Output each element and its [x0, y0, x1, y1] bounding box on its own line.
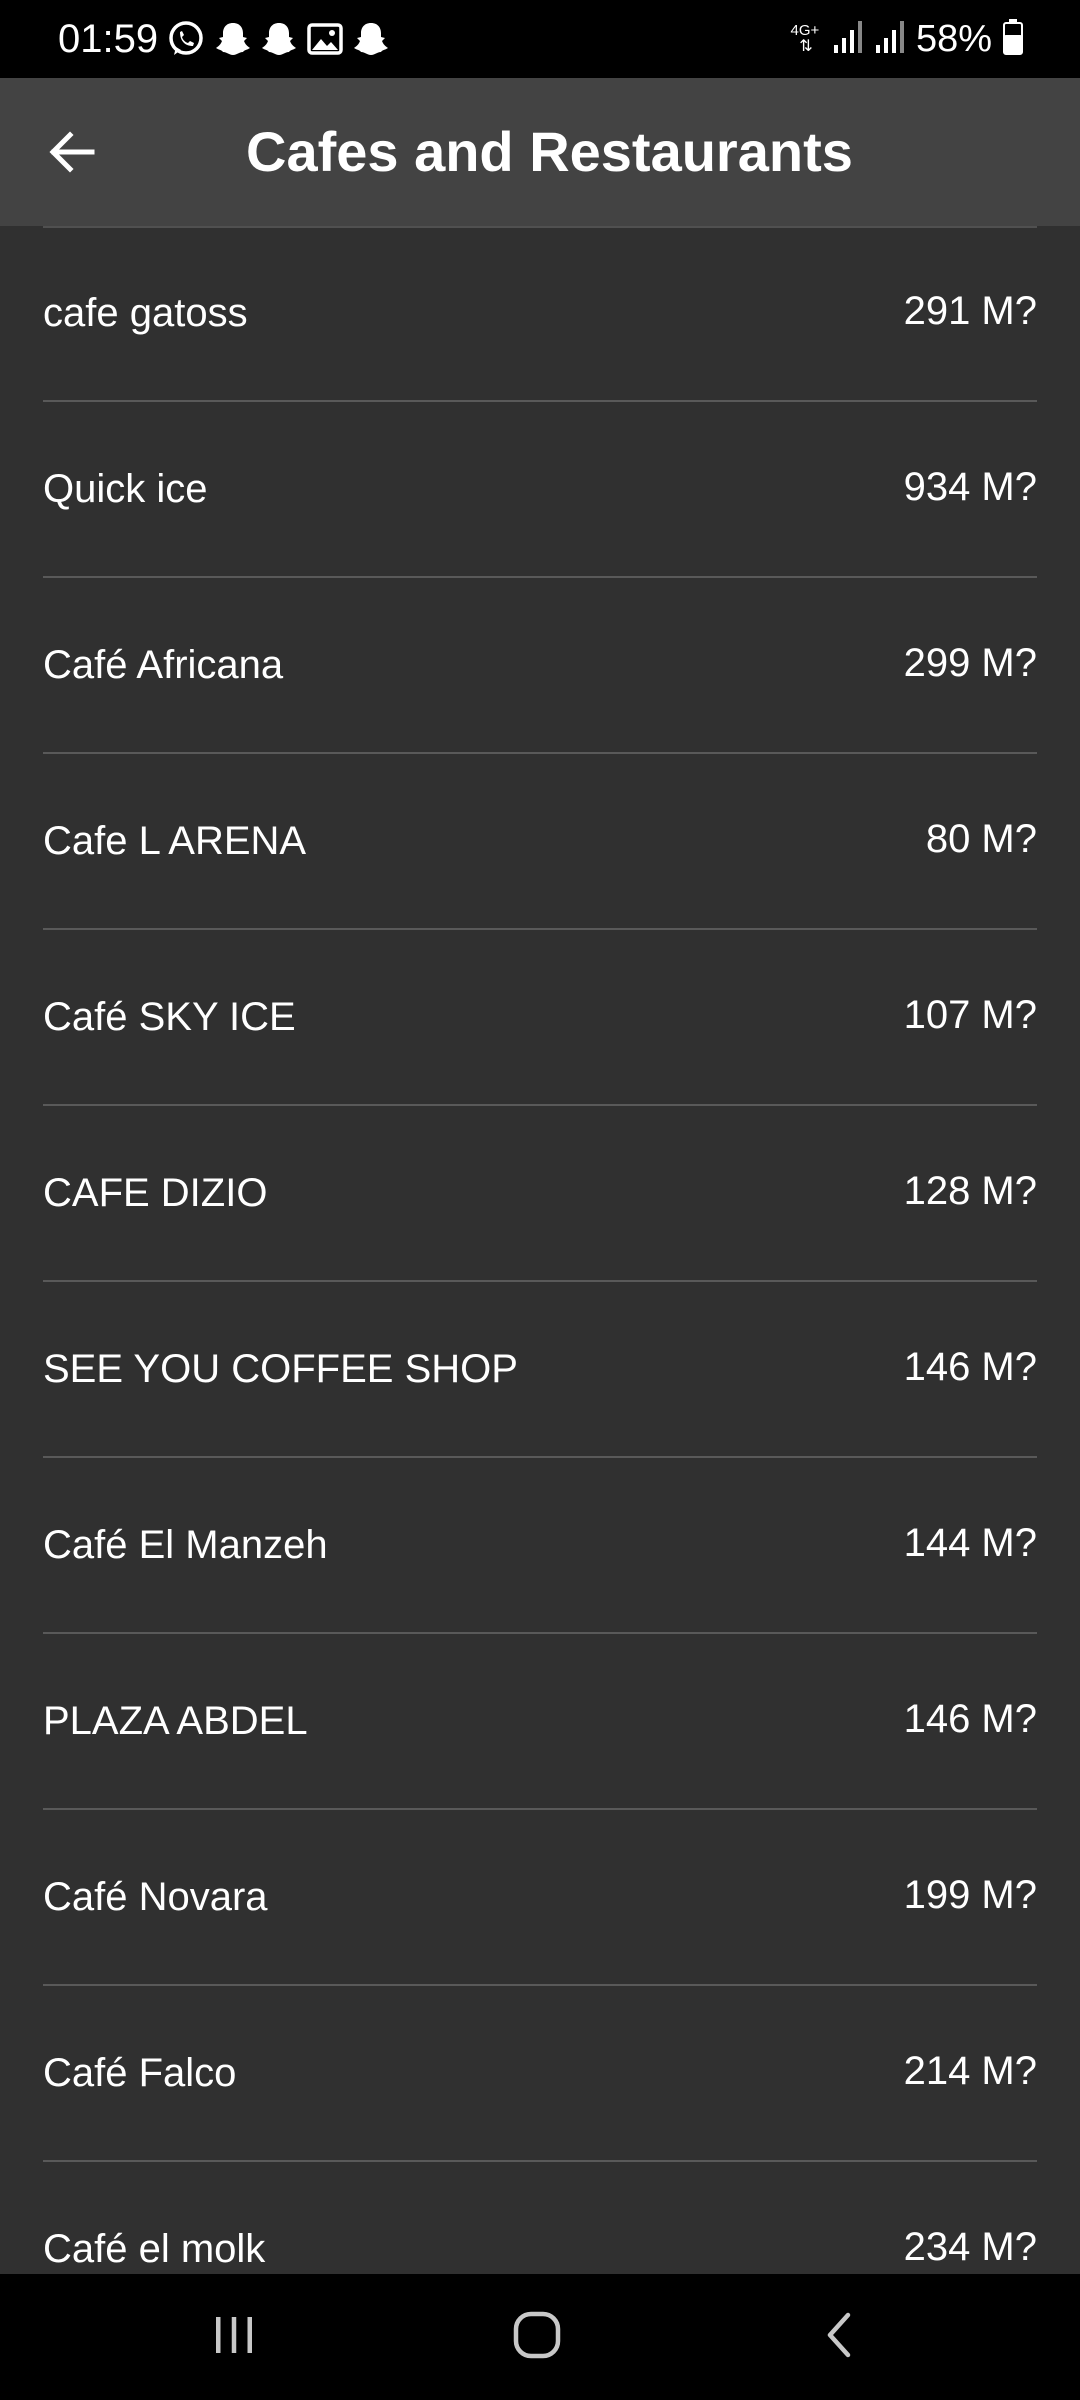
status-time: 01:59 — [58, 17, 159, 61]
network-type: 4G+ ⇅ — [788, 23, 822, 55]
home-button[interactable] — [437, 2274, 637, 2400]
list-item[interactable]: Café Africana 299 M? — [43, 578, 1037, 754]
place-distance: 144 M? — [903, 1521, 1037, 1565]
list-item[interactable]: Cafe L ARENA 80 M? — [43, 754, 1037, 930]
place-distance: 107 M? — [903, 993, 1037, 1037]
screen: 01:59 4G+ ⇅ 58% Cafes and Restaurants ca… — [0, 0, 1080, 2400]
place-distance: 199 M? — [903, 1873, 1037, 1917]
battery-percent: 58% — [915, 18, 992, 60]
place-name: SEE YOU COFFEE SHOP — [43, 1347, 518, 1391]
list-item[interactable]: Quick ice 934 M? — [43, 402, 1037, 578]
place-name: PLAZA ABDEL — [43, 1699, 308, 1743]
place-name: Café SKY ICE — [43, 995, 296, 1039]
place-distance: 80 M? — [925, 817, 1037, 861]
list-item[interactable]: PLAZA ABDEL 146 M? — [43, 1634, 1037, 1810]
nav-back-button[interactable] — [740, 2274, 940, 2400]
app-bar: Cafes and Restaurants — [0, 78, 1080, 226]
place-distance: 146 M? — [903, 1697, 1037, 1741]
place-name: Café Novara — [43, 1875, 268, 1919]
gallery-icon — [306, 19, 344, 59]
notification-icons — [166, 16, 390, 62]
place-name: cafe gatoss — [43, 291, 248, 335]
recent-apps-button[interactable] — [134, 2274, 334, 2400]
place-name: CAFE DIZIO — [43, 1171, 268, 1215]
arrow-left-icon — [48, 130, 96, 179]
signal-icon — [832, 19, 864, 60]
place-distance: 146 M? — [903, 1345, 1037, 1389]
place-distance: 214 M? — [903, 2049, 1037, 2093]
list-item[interactable]: cafe gatoss 291 M? — [43, 226, 1037, 402]
place-name: Café el molk — [43, 2227, 266, 2271]
recent-apps-icon — [210, 2311, 258, 2364]
place-name: Café Falco — [43, 2051, 237, 2095]
place-name: Cafe L ARENA — [43, 819, 307, 863]
snapchat-icon — [214, 19, 252, 59]
list-item[interactable]: Café El Manzeh 144 M? — [43, 1458, 1037, 1634]
place-name: Quick ice — [43, 467, 208, 511]
place-name: Café Africana — [43, 643, 284, 687]
home-icon — [511, 2309, 563, 2366]
status-right: 4G+ ⇅ 58% — [788, 14, 1024, 64]
signal-icon — [874, 19, 906, 60]
place-distance: 234 M? — [903, 2225, 1037, 2269]
list-item[interactable]: Café Novara 199 M? — [43, 1810, 1037, 1986]
status-bar: 01:59 4G+ ⇅ 58% — [0, 0, 1080, 78]
list-item[interactable]: Café Falco 214 M? — [43, 1986, 1037, 2162]
place-distance: 299 M? — [903, 641, 1037, 685]
place-name: Café El Manzeh — [43, 1523, 328, 1567]
navigation-bar — [0, 2274, 1080, 2400]
place-list[interactable]: cafe gatoss 291 M? Quick ice 934 M? Café… — [0, 226, 1080, 2274]
network-type-label: 4G+ — [790, 22, 820, 39]
place-distance: 128 M? — [903, 1169, 1037, 1213]
snapchat-icon — [352, 19, 390, 59]
place-distance: 291 M? — [903, 289, 1037, 333]
battery-icon — [1002, 18, 1024, 61]
list-item[interactable]: Café el molk 234 M? — [43, 2162, 1037, 2274]
whatsapp-icon — [166, 19, 206, 59]
list-item[interactable]: SEE YOU COFFEE SHOP 146 M? — [43, 1282, 1037, 1458]
back-icon — [820, 2309, 860, 2366]
page-title: Cafes and Restaurants — [246, 120, 853, 183]
back-button[interactable] — [30, 112, 114, 196]
list-item[interactable]: Café SKY ICE 107 M? — [43, 930, 1037, 1106]
data-arrows-icon: ⇅ — [799, 38, 812, 55]
place-distance: 934 M? — [903, 465, 1037, 509]
snapchat-icon — [260, 19, 298, 59]
list-item[interactable]: CAFE DIZIO 128 M? — [43, 1106, 1037, 1282]
